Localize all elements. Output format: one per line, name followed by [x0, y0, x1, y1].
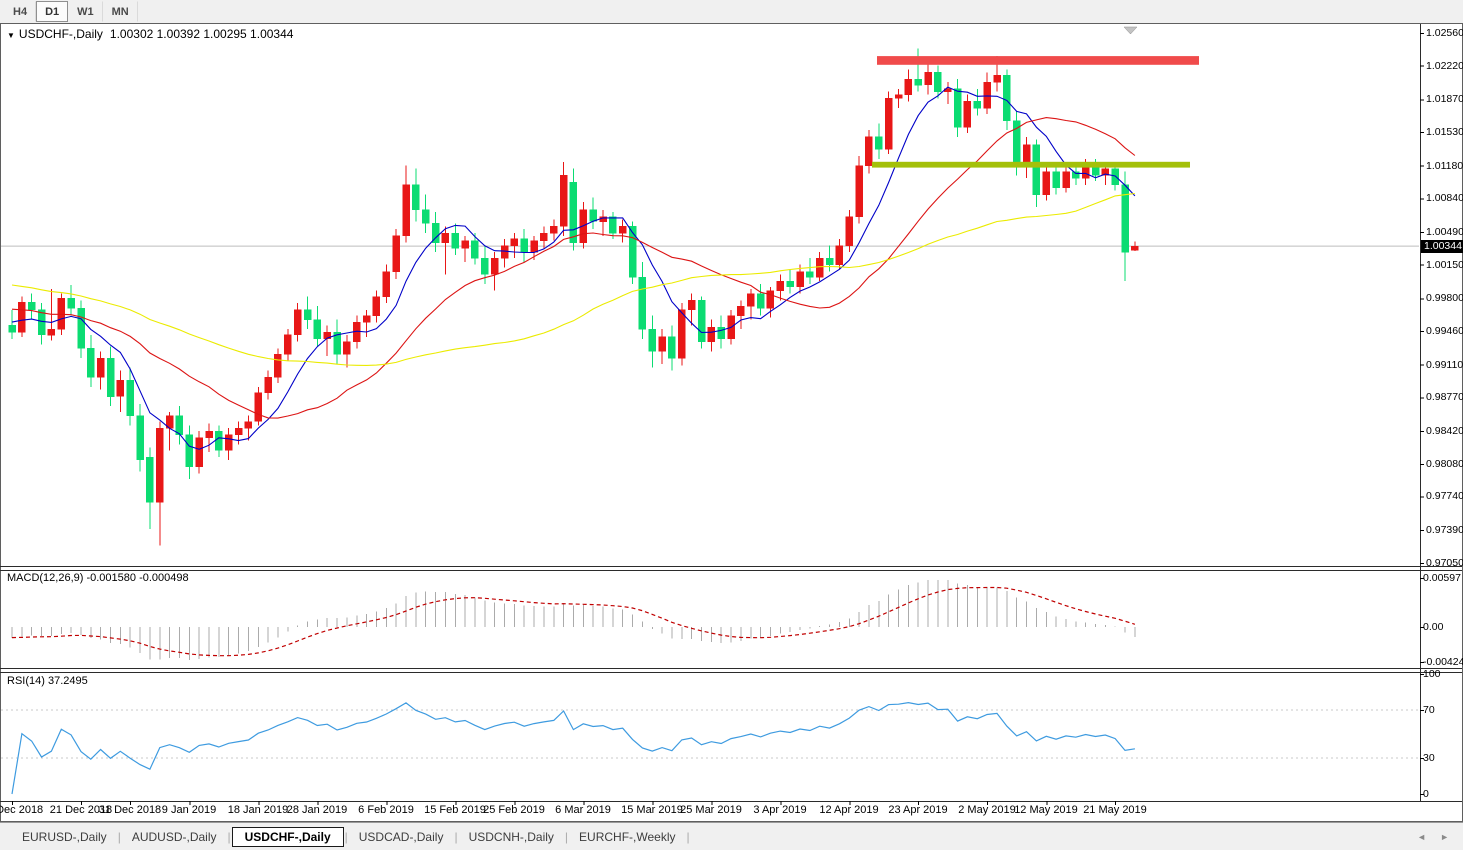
- price-axis-tick: 1.00840: [1426, 192, 1463, 204]
- tab-usdchf-daily[interactable]: USDCHF-,Daily: [232, 827, 344, 847]
- rsi-axis-tick: 30: [1423, 752, 1435, 764]
- tab-separator: |: [345, 830, 348, 844]
- timeframe-button-w1[interactable]: W1: [68, 1, 103, 22]
- symbol-dropdown-icon[interactable]: ▼: [7, 31, 15, 40]
- price-axis-tick: 0.98420: [1426, 425, 1463, 437]
- price-axis-tick: 0.97740: [1426, 490, 1463, 502]
- tab-separator: |: [687, 830, 690, 844]
- tab-separator: |: [118, 830, 121, 844]
- rsi-axis-tick: 70: [1423, 704, 1435, 716]
- price-axis-tick: 1.02560: [1426, 27, 1463, 39]
- current-price-tag: 1.00344: [1421, 240, 1463, 253]
- tab-scroll-left-icon[interactable]: ◄: [1417, 832, 1426, 842]
- symbol-title: USDCHF-,Daily: [19, 27, 103, 41]
- price-axis-tick: 1.00150: [1426, 259, 1463, 271]
- price-axis-tick: 0.97390: [1426, 524, 1463, 536]
- ohlc-quote: 1.00302 1.00392 1.00295 1.00344: [110, 27, 294, 41]
- timeframe-button-mn[interactable]: MN: [103, 1, 138, 22]
- macd-axis-tick: -0.004243: [1423, 656, 1463, 668]
- timeframe-button-d1[interactable]: D1: [36, 1, 68, 22]
- tab-usdcnh-daily[interactable]: USDCNH-,Daily: [459, 828, 564, 846]
- tab-separator: |: [454, 830, 457, 844]
- tab-separator: |: [565, 830, 568, 844]
- price-axis-tick: 0.97050: [1426, 557, 1463, 569]
- price-axis-tick: 0.99110: [1426, 359, 1463, 371]
- chart-tab-bar: EURUSD-,Daily|AUDUSD-,Daily|USDCHF-,Dail…: [0, 822, 1463, 850]
- tab-eurchf-weekly[interactable]: EURCHF-,Weekly: [569, 828, 685, 846]
- price-axis-tick: 1.00490: [1426, 226, 1463, 238]
- rsi-label: RSI(14) 37.2495: [7, 675, 88, 687]
- price-axis-tick: 1.01180: [1426, 160, 1463, 172]
- price-axis-tick: 0.99460: [1426, 325, 1463, 337]
- chart-window[interactable]: [0, 23, 1463, 822]
- tab-usdcad-daily[interactable]: USDCAD-,Daily: [349, 828, 454, 846]
- price-axis-tick: 0.98770: [1426, 391, 1463, 403]
- price-axis-tick: 1.01530: [1426, 126, 1463, 138]
- tab-eurusd-daily[interactable]: EURUSD-,Daily: [12, 828, 117, 846]
- rsi-axis-tick: 0: [1423, 788, 1429, 800]
- macd-label: MACD(12,26,9) -0.001580 -0.000498: [7, 572, 189, 584]
- tab-scroll-arrows: ◄►: [1417, 832, 1449, 842]
- tab-separator: |: [228, 830, 231, 844]
- chart-legend: ▼ USDCHF-,Daily 1.00302 1.00392 1.00295 1.…: [7, 27, 293, 41]
- macd-axis-tick: 0.00597: [1423, 572, 1461, 584]
- timeframe-toolbar: H4D1W1MN: [0, 0, 1463, 23]
- price-axis-tick: 1.02220: [1426, 60, 1463, 72]
- timeframe-button-h4[interactable]: H4: [4, 1, 36, 22]
- price-axis-tick: 0.98080: [1426, 458, 1463, 470]
- macd-axis-tick: 0.00: [1423, 621, 1443, 633]
- price-axis-tick: 0.99800: [1426, 292, 1463, 304]
- time-axis-label: 21 May 2019: [1073, 804, 1157, 816]
- rsi-axis-tick: 100: [1423, 668, 1441, 680]
- price-axis-tick: 1.01870: [1426, 93, 1463, 105]
- tab-scroll-right-icon[interactable]: ►: [1440, 832, 1449, 842]
- tab-audusd-daily[interactable]: AUDUSD-,Daily: [122, 828, 227, 846]
